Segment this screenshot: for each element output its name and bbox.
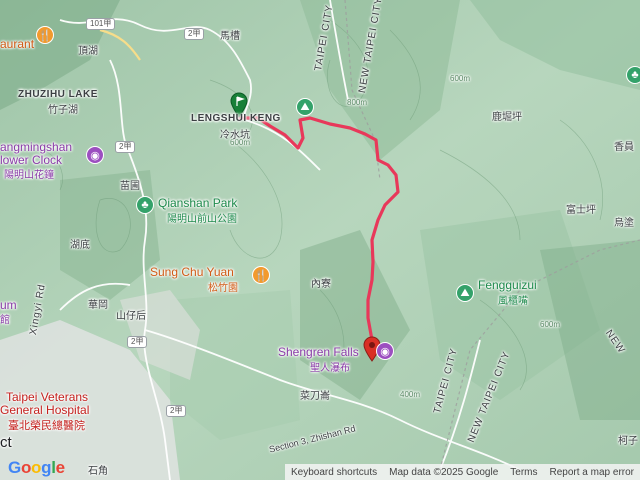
hiking-label: 風櫃嘴 [498, 296, 528, 307]
terms-link[interactable]: Terms [504, 467, 543, 478]
attraction-label[interactable]: Shengren Falls [278, 345, 359, 359]
place-label: 柯子 [618, 436, 638, 447]
park-label: 陽明山前山公園 [167, 214, 237, 225]
attraction-label[interactable]: um [0, 298, 17, 312]
attraction-label[interactable]: lower Clock [0, 153, 62, 167]
attraction-label: 館 [0, 315, 10, 326]
place-label: 冷水坑 [220, 130, 250, 141]
elevation-label: 600m [450, 74, 471, 83]
route-shield: 2甲 [166, 405, 187, 417]
camera-icon[interactable]: ◉ [376, 342, 394, 360]
place-label: 竹子湖 [48, 105, 78, 116]
route-shield: 101甲 [86, 18, 116, 30]
route-shield: 2甲 [127, 336, 148, 348]
map-data-text: Map data ©2025 Google [389, 466, 499, 478]
hiking-icon[interactable]: ⛰ [456, 284, 474, 302]
place-label: 內寮 [311, 279, 331, 290]
attraction-label[interactable]: angmingshan [0, 140, 72, 154]
place-label: 頂湖 [78, 46, 98, 57]
place-label: 鹿堀坪 [492, 112, 522, 123]
hospital-label[interactable]: General Hospital [0, 403, 89, 417]
place-label: ct [0, 434, 12, 451]
google-logo: Google [8, 458, 65, 477]
place-label: 富士坪 [566, 205, 596, 216]
place-label: 菜刀崙 [300, 391, 330, 402]
place-label: 烏塗 [614, 218, 634, 229]
place-label: LENGSHUI KENG [191, 113, 281, 124]
hospital-label: 臺北榮民總醫院 [8, 420, 85, 432]
restaurant-label[interactable]: aurant [0, 37, 34, 51]
place-label: 香員 [614, 142, 634, 153]
park-label[interactable]: Qianshan Park [158, 196, 237, 210]
place-label: 馬槽 [220, 31, 240, 42]
restaurant-label: 松竹園 [208, 283, 238, 294]
camera-icon[interactable]: ◉ [86, 146, 104, 164]
keyboard-shortcuts-link[interactable]: Keyboard shortcuts [285, 467, 383, 478]
elevation-label: 800m [347, 98, 368, 107]
place-label: 石角 [88, 466, 108, 477]
elevation-label: 600m [540, 320, 561, 329]
elevation-label: 400m [400, 390, 421, 399]
park-icon[interactable]: ♣ [626, 66, 640, 84]
map-canvas[interactable]: 🍴 ◉ ♣ 🍴 ⛰ ⛰ ◉ ♣ 101甲 2甲 2甲 2甲 2甲 800m 60… [0, 0, 640, 480]
restaurant-icon[interactable]: 🍴 [36, 26, 54, 44]
place-label: 苗圃 [120, 181, 140, 192]
attribution-bar: Keyboard shortcuts Map data ©2025 Google… [284, 464, 640, 480]
hospital-label[interactable]: Taipei Veterans [6, 390, 88, 404]
place-label: 湖底 [70, 240, 90, 251]
restaurant-label[interactable]: Sung Chu Yuan [150, 265, 234, 279]
route-shield: 2甲 [184, 28, 205, 40]
place-label: 山仔后 [116, 311, 146, 322]
place-label: 華岡 [88, 300, 108, 311]
tree-icon[interactable]: ♣ [136, 196, 154, 214]
hiking-label[interactable]: Fengguizui [478, 278, 537, 292]
restaurant-icon[interactable]: 🍴 [252, 266, 270, 284]
attraction-label: 陽明山花鐘 [4, 170, 54, 181]
terrain-layer [0, 0, 640, 480]
report-error-link[interactable]: Report a map error [544, 467, 640, 478]
route-shield: 2甲 [115, 141, 136, 153]
hiking-icon[interactable]: ⛰ [296, 98, 314, 116]
place-label: ZHUZIHU LAKE [18, 89, 98, 100]
attraction-label: 聖人瀑布 [310, 363, 350, 374]
